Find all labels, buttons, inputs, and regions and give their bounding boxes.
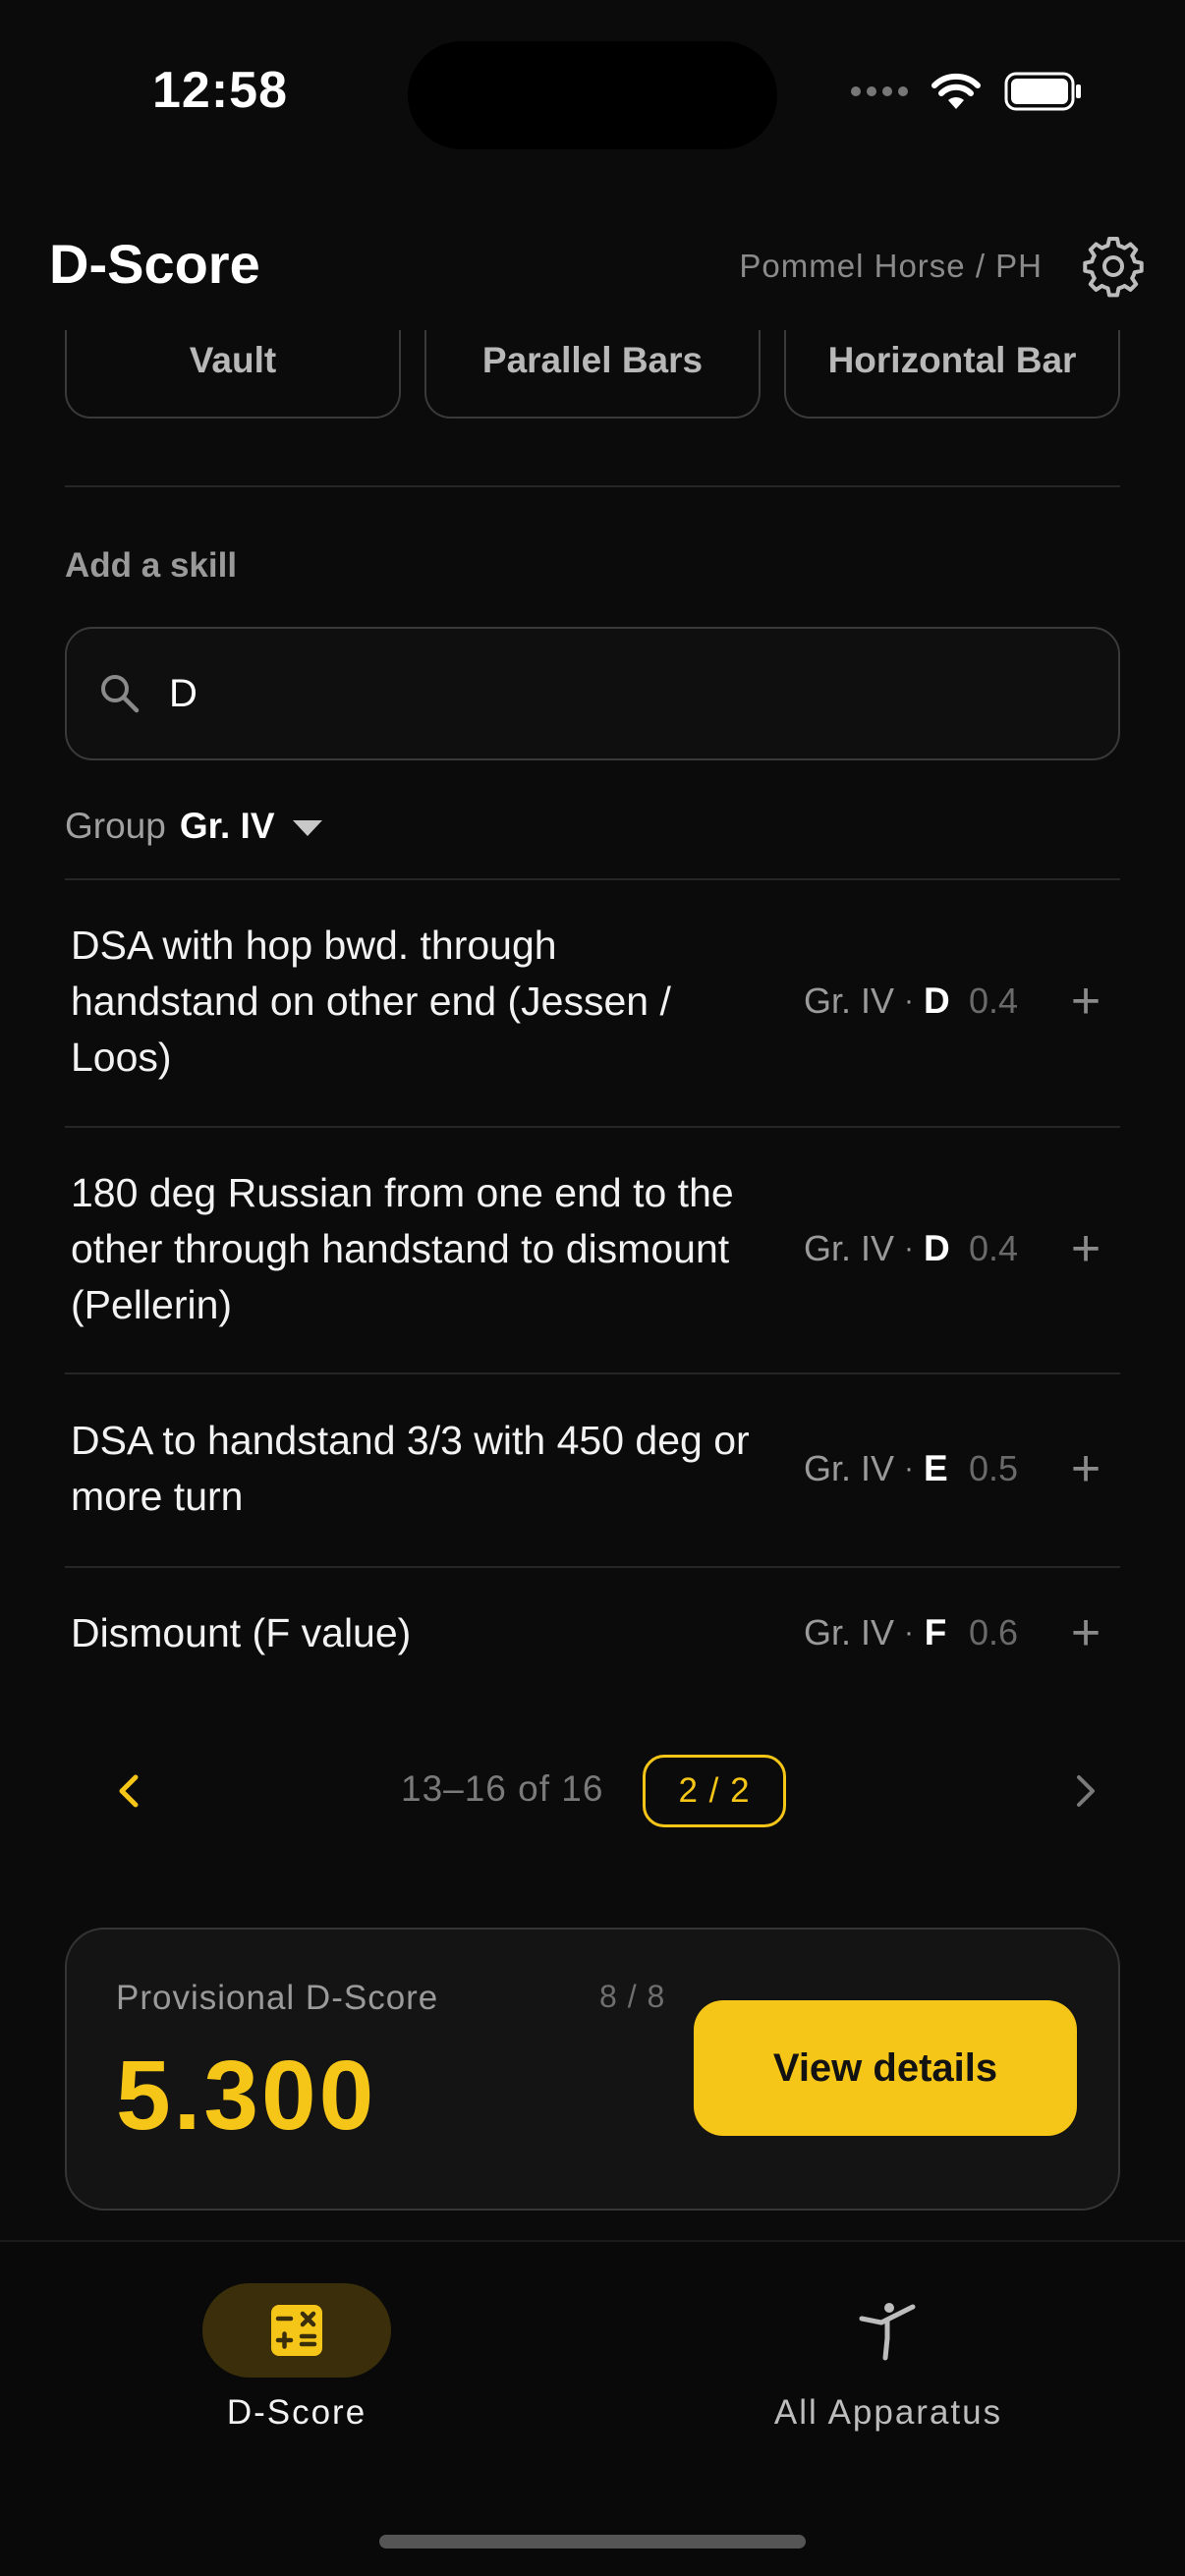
apparatus-tabs: Vault Parallel Bars Horizontal Bar xyxy=(65,330,1120,420)
skill-name: Dismount (F value) xyxy=(71,1609,412,1655)
wifi-icon xyxy=(931,73,981,109)
nav-label: D-Score xyxy=(226,2393,367,2432)
skill-group: Gr. IV xyxy=(803,1612,894,1652)
dynamic-island xyxy=(408,41,777,149)
caret-down-icon xyxy=(292,820,322,836)
add-skill-button[interactable]: + xyxy=(1051,1214,1120,1283)
pagination-range: 13–16 of 16 xyxy=(401,1768,604,1809)
skill-row: DSA with hop bwd. through handstand on o… xyxy=(65,922,1120,1081)
separator: · xyxy=(904,1452,914,1484)
skill-points: 0.6 xyxy=(969,1612,1019,1652)
calculator-icon xyxy=(271,2305,322,2356)
page-indicator[interactable]: 2 / 2 xyxy=(643,1755,786,1827)
add-skill-button[interactable]: + xyxy=(1051,1598,1120,1667)
row-divider xyxy=(65,1126,1120,1128)
skill-difficulty: F xyxy=(924,1612,947,1652)
separator: · xyxy=(904,1232,914,1264)
add-skill-button[interactable]: + xyxy=(1051,1434,1120,1503)
view-details-button[interactable]: View details xyxy=(694,2000,1077,2136)
status-time: 12:58 xyxy=(152,62,288,119)
skill-points: 0.4 xyxy=(969,1228,1019,1268)
gymnast-icon xyxy=(859,2303,916,2361)
skill-points: 0.5 xyxy=(969,1448,1019,1488)
gear-icon xyxy=(1083,237,1144,298)
list-divider xyxy=(65,878,1120,880)
home-indicator xyxy=(379,2535,806,2548)
current-apparatus: Pommel Horse / PH xyxy=(739,248,1043,284)
skill-group: Gr. IV xyxy=(803,980,894,1021)
app-screen: 12:58 D-Score Pommel Horse / PH Vault Pa… xyxy=(0,0,1185,2576)
pagination: 13–16 of 16 2 / 2 xyxy=(65,1749,1120,1833)
add-skill-button[interactable]: + xyxy=(1051,967,1120,1036)
chevron-left-icon xyxy=(119,1774,139,1808)
section-divider xyxy=(65,485,1120,487)
page-title: D-Score xyxy=(49,233,260,295)
nav-label: All Apparatus xyxy=(773,2393,1003,2432)
group-filter-dropdown[interactable]: Group Gr. IV xyxy=(65,806,322,847)
chevron-right-icon xyxy=(1077,1775,1095,1807)
skill-meta: Gr. IV · F 0.6 + xyxy=(774,1603,1120,1662)
skill-name: 180 deg Russian from one end to the othe… xyxy=(71,1169,734,1327)
skill-difficulty: D xyxy=(924,1228,950,1268)
separator: · xyxy=(904,1616,914,1649)
tab-horizontal-bar[interactable]: Horizontal Bar xyxy=(784,330,1120,419)
nav-item-d-score[interactable]: D-Score xyxy=(100,2283,493,2433)
skill-row: Dismount (F value) Gr. IV · F 0.6 + xyxy=(65,1603,1120,1662)
tab-parallel-bars[interactable]: Parallel Bars xyxy=(424,330,761,419)
next-page-button[interactable] xyxy=(1051,1757,1120,1825)
separator: · xyxy=(904,984,914,1017)
row-divider xyxy=(65,1372,1120,1374)
skill-search-box[interactable] xyxy=(65,627,1120,760)
nav-icon-wrap xyxy=(794,2283,983,2378)
group-filter-label: Group xyxy=(65,806,166,846)
battery-icon xyxy=(1004,72,1081,111)
skill-name: DSA with hop bwd. through handstand on o… xyxy=(71,922,671,1080)
score-card: Provisional D-Score 8 / 8 5.300 View det… xyxy=(65,1928,1120,2211)
group-filter-value: Gr. IV xyxy=(179,806,275,846)
skill-search-input[interactable] xyxy=(169,671,1053,716)
skill-group: Gr. IV xyxy=(803,1228,894,1268)
previous-page-button[interactable] xyxy=(94,1757,163,1825)
skill-row: 180 deg Russian from one end to the othe… xyxy=(65,1169,1120,1328)
skill-points: 0.4 xyxy=(969,980,1019,1021)
tab-vault[interactable]: Vault xyxy=(65,330,401,419)
skill-difficulty: E xyxy=(924,1448,948,1488)
status-icons xyxy=(851,71,1083,112)
skill-row: DSA to handstand 3/3 with 450 deg or mor… xyxy=(65,1413,1120,1525)
settings-button[interactable] xyxy=(1081,234,1146,299)
skill-name: DSA to handstand 3/3 with 450 deg or mor… xyxy=(71,1418,750,1519)
skill-difficulty: D xyxy=(924,980,950,1021)
nav-icon-highlight xyxy=(202,2283,391,2378)
skill-meta: Gr. IV · D 0.4 + xyxy=(774,1169,1120,1328)
score-value: 5.300 xyxy=(116,2041,377,2151)
score-label: Provisional D-Score xyxy=(116,1979,439,2017)
skill-meta: Gr. IV · D 0.4 + xyxy=(774,922,1120,1081)
search-icon xyxy=(101,675,140,713)
bottom-navigation: D-Score All Apparatus xyxy=(0,2240,1185,2576)
add-skill-label: Add a skill xyxy=(65,546,238,585)
cellular-signal-icon xyxy=(851,86,908,96)
nav-item-all-apparatus[interactable]: All Apparatus xyxy=(692,2283,1085,2433)
skill-count: 8 / 8 xyxy=(599,1979,666,2014)
skill-group: Gr. IV xyxy=(803,1448,894,1488)
skill-meta: Gr. IV · E 0.5 + xyxy=(774,1413,1120,1525)
row-divider xyxy=(65,1566,1120,1568)
